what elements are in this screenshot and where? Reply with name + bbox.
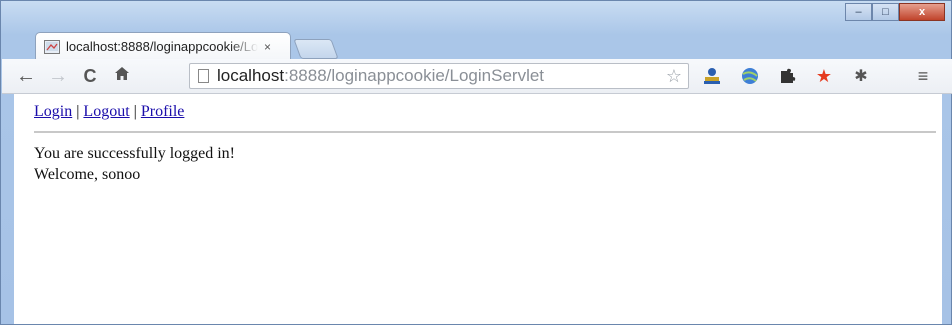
- link-separator: |: [133, 103, 137, 120]
- minimize-button[interactable]: –: [845, 3, 872, 21]
- tab-title: localhost:8888/loginappcookie/LoginServl…: [66, 39, 258, 54]
- browser-menu-icon[interactable]: ≡: [912, 66, 934, 86]
- back-arrow-icon[interactable]: ←: [10, 65, 42, 88]
- close-window-button[interactable]: x: [899, 3, 945, 21]
- browser-tab[interactable]: localhost:8888/loginappcookie/LoginServl…: [35, 32, 291, 60]
- window-controls: – □ x: [845, 3, 945, 21]
- page-content: Login | Logout | Profile You are successfull…: [14, 94, 942, 324]
- extension-user-icon[interactable]: [701, 66, 723, 86]
- url-path: :8888/loginappcookie/LoginServlet: [284, 66, 545, 85]
- profile-link[interactable]: Profile: [141, 103, 185, 120]
- url-host: localhost: [217, 66, 285, 85]
- login-success-text: You are successfully logged in!: [34, 145, 236, 162]
- bookmark-star-icon[interactable]: ☆: [666, 66, 682, 87]
- logout-link[interactable]: Logout: [83, 103, 129, 120]
- maximize-button[interactable]: □: [872, 3, 899, 21]
- browser-toolbar: ← → C localhost:8888/loginappcookie/Logi…: [2, 59, 952, 94]
- divider: [34, 131, 936, 133]
- title-bar: – □ x: [1, 1, 951, 35]
- browser-window: – □ x localhost:8888/loginappcookie/Logi…: [0, 0, 952, 325]
- nav-links: Login | Logout | Profile: [34, 103, 184, 121]
- reload-icon[interactable]: C: [74, 66, 106, 87]
- page-favicon-icon: [44, 39, 60, 54]
- forward-arrow-icon[interactable]: →: [42, 65, 74, 88]
- address-bar[interactable]: localhost:8888/loginappcookie/LoginServl…: [189, 63, 689, 89]
- page-icon: [198, 69, 209, 83]
- link-separator: |: [76, 103, 80, 120]
- tab-close-icon[interactable]: ×: [264, 40, 271, 54]
- extension-pin-icon[interactable]: ✱: [850, 66, 872, 86]
- status-message: You are successfully logged in! Welcome,…: [34, 143, 235, 185]
- extension-globe-icon[interactable]: [739, 66, 761, 86]
- login-link[interactable]: Login: [34, 103, 72, 120]
- new-tab-button[interactable]: [293, 39, 339, 59]
- extension-star-icon[interactable]: ★: [813, 66, 835, 86]
- home-icon[interactable]: [106, 66, 138, 86]
- extension-puzzle-icon[interactable]: [777, 66, 799, 86]
- welcome-text: Welcome, sonoo: [34, 166, 141, 183]
